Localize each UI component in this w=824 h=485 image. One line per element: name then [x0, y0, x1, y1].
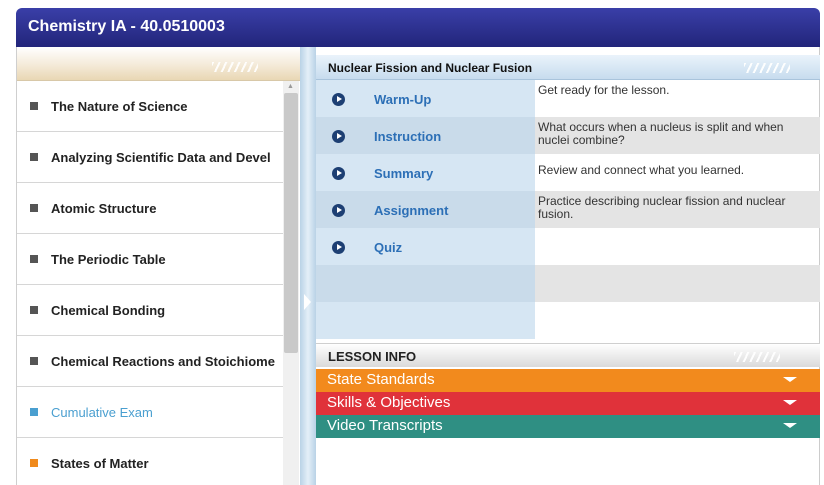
sidebar-item-cumulative-exam[interactable]: Cumulative Exam [17, 387, 285, 438]
unit-bullet-icon [30, 357, 38, 365]
sidebar-item-label: The Nature of Science [51, 98, 188, 114]
lesson-panel: Nuclear Fission and Nuclear Fusion Warm-… [316, 47, 820, 485]
step-description: Practice describing nuclear fission and … [535, 191, 820, 228]
sidebar-header [17, 47, 300, 81]
lesson-info-heading: LESSON INFO [328, 349, 417, 364]
play-circle-icon[interactable] [332, 167, 345, 180]
accordion-label: Video Transcripts [327, 417, 443, 434]
scroll-up-arrow-icon[interactable]: ▲ [287, 83, 294, 90]
empty-step-row [316, 265, 820, 302]
step-row-warm-up[interactable]: Warm-Up Get ready for the lesson. [316, 80, 820, 117]
lesson-title: Nuclear Fission and Nuclear Fusion [328, 61, 533, 75]
sidebar-item-states-of-matter[interactable]: States of Matter [17, 438, 285, 485]
panel-splitter[interactable] [300, 47, 316, 485]
sidebar-item-label: States of Matter [51, 455, 149, 471]
step-description: Get ready for the lesson. [538, 83, 670, 97]
play-circle-icon[interactable] [332, 241, 345, 254]
step-row-quiz[interactable]: Quiz [316, 228, 820, 265]
play-circle-icon[interactable] [332, 130, 345, 143]
sidebar-item-nature-of-science[interactable]: The Nature of Science [17, 81, 285, 132]
empty-step-row [316, 302, 820, 339]
unit-bullet-icon [30, 255, 38, 263]
step-link-quiz[interactable]: Quiz [358, 228, 535, 265]
collapse-arrow-icon[interactable] [304, 294, 311, 310]
accordion-state-standards[interactable]: State Standards [316, 369, 820, 392]
unit-bullet-icon [30, 204, 38, 212]
unit-sidebar: The Nature of Science Analyzing Scientif… [16, 47, 300, 485]
accordion-label: Skills & Objectives [327, 394, 451, 411]
header-stripes-decoration [212, 62, 258, 72]
sidebar-item-label: Cumulative Exam [51, 404, 153, 420]
sidebar-item-label: Atomic Structure [51, 200, 157, 216]
accordion-label: State Standards [327, 371, 435, 388]
sidebar-item-atomic-structure[interactable]: Atomic Structure [17, 183, 285, 234]
window-title-bar: Chemistry IA - 40.0510003 [16, 8, 820, 47]
sidebar-item-label: Analyzing Scientific Data and Devel [51, 149, 271, 165]
step-row-summary[interactable]: Summary Review and connect what you lear… [316, 154, 820, 191]
chevron-down-icon[interactable] [783, 377, 797, 383]
course-title: Chemistry IA - 40.0510003 [28, 18, 225, 35]
unit-list: The Nature of Science Analyzing Scientif… [17, 81, 285, 485]
sidebar-item-label: Chemical Bonding [51, 302, 166, 318]
step-description [535, 228, 820, 265]
header-stripes-decoration [744, 63, 790, 73]
unit-bullet-icon [30, 408, 38, 416]
sidebar-item-chemical-reactions[interactable]: Chemical Reactions and Stoichiome [17, 336, 285, 387]
accordion-skills-objectives[interactable]: Skills & Objectives [316, 392, 820, 415]
lesson-title-bar: Nuclear Fission and Nuclear Fusion [316, 55, 820, 80]
sidebar-item-periodic-table[interactable]: The Periodic Table [17, 234, 285, 285]
step-link-summary[interactable]: Summary [358, 154, 535, 191]
step-link-assignment[interactable]: Assignment [358, 191, 535, 228]
sidebar-scrollbar[interactable]: ▲ [283, 81, 299, 485]
step-row-assignment[interactable]: Assignment Practice describing nuclear f… [316, 191, 820, 228]
sidebar-item-label: The Periodic Table [51, 251, 166, 267]
chevron-down-icon[interactable] [783, 400, 797, 406]
sidebar-item-label: Chemical Reactions and Stoichiome [51, 353, 275, 369]
sidebar-item-analyzing-data[interactable]: Analyzing Scientific Data and Devel [17, 132, 285, 183]
play-circle-icon[interactable] [332, 204, 345, 217]
header-stripes-decoration [734, 352, 780, 362]
play-circle-icon[interactable] [332, 93, 345, 106]
unit-bullet-icon [30, 306, 38, 314]
scrollbar-thumb[interactable] [284, 93, 298, 353]
step-link-instruction[interactable]: Instruction [358, 117, 535, 154]
step-link-warm-up[interactable]: Warm-Up [358, 80, 535, 117]
accordion-video-transcripts[interactable]: Video Transcripts [316, 415, 820, 438]
unit-bullet-icon [30, 459, 38, 467]
sidebar-item-chemical-bonding[interactable]: Chemical Bonding [17, 285, 285, 336]
step-row-instruction[interactable]: Instruction What occurs when a nucleus i… [316, 117, 820, 154]
step-description: Review and connect what you learned. [538, 163, 745, 177]
unit-bullet-icon [30, 153, 38, 161]
chevron-down-icon[interactable] [783, 423, 797, 429]
unit-bullet-icon [30, 102, 38, 110]
lesson-steps: Warm-Up Get ready for the lesson. Instru… [316, 80, 820, 339]
lesson-info-header: LESSON INFO [316, 343, 820, 367]
step-description: What occurs when a nucleus is split and … [535, 117, 820, 154]
